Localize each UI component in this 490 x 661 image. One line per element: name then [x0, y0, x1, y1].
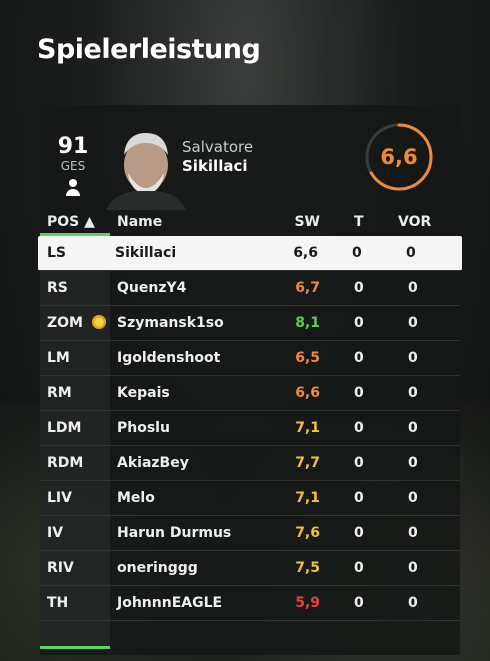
player-of-match-icon: [92, 315, 106, 329]
table-row[interactable]: RIV oneringgg 7,5 0 0: [40, 551, 460, 586]
row-rating: 8,1: [295, 315, 320, 331]
header-t[interactable]: T: [354, 214, 364, 230]
row-player-name: Phoslu: [117, 420, 170, 436]
row-goals: 0: [354, 490, 364, 506]
table-row[interactable]: ZOM Szymansk1so 8,1 0 0: [40, 306, 460, 341]
row-rating: 6,6: [293, 245, 318, 261]
row-player-name: oneringgg: [117, 560, 198, 576]
table-row[interactable]: TH JohnnnEAGLE 5,9 0 0: [40, 586, 460, 621]
match-rating-ring: 6,6: [364, 122, 434, 192]
row-position: RDM: [47, 455, 84, 471]
performance-panel: 91 GES Salvatore Sikillaci 6,6 POS ▲ Nam…: [38, 105, 462, 655]
row-goals: 0: [354, 385, 364, 401]
row-goals: 0: [354, 525, 364, 541]
row-rating: 6,5: [295, 350, 320, 366]
player-name: Salvatore Sikillaci: [182, 138, 253, 176]
row-position: LDM: [47, 420, 82, 436]
row-assists: 0: [408, 420, 418, 436]
row-assists: 0: [408, 385, 418, 401]
header-sw[interactable]: SW: [290, 214, 320, 230]
scroll-indicator: [40, 646, 110, 649]
row-goals: 0: [354, 315, 364, 331]
row-position: RM: [47, 385, 72, 401]
player-table-body: LS Sikillaci 6,6 0 0 RS QuenzY4 6,7 0 0 ZOM Szymans…: [38, 236, 462, 621]
rating-label: GES: [60, 159, 86, 173]
table-row[interactable]: RS QuenzY4 6,7 0 0: [40, 271, 460, 306]
row-goals: 0: [352, 245, 362, 261]
row-assists: 0: [408, 350, 418, 366]
table-row[interactable]: LM Igoldenshoot 6,5 0 0: [40, 341, 460, 376]
person-icon: [65, 179, 81, 197]
row-goals: 0: [354, 595, 364, 611]
row-goals: 0: [354, 280, 364, 296]
table-row[interactable]: RM Kepais 6,6 0 0: [40, 376, 460, 411]
header-name[interactable]: Name: [117, 214, 162, 230]
row-rating: 7,1: [295, 420, 320, 436]
row-assists: 0: [406, 245, 416, 261]
table-row[interactable]: LS Sikillaci 6,6 0 0: [38, 236, 462, 271]
header-vor[interactable]: VOR: [398, 214, 431, 230]
page-title: Spielerleistung: [37, 34, 261, 65]
row-player-name: Melo: [117, 490, 155, 506]
row-assists: 0: [408, 455, 418, 471]
row-assists: 0: [408, 525, 418, 541]
row-assists: 0: [408, 595, 418, 611]
row-rating: 7,5: [295, 560, 320, 576]
row-player-name: Igoldenshoot: [117, 350, 221, 366]
row-position: IV: [47, 525, 64, 541]
row-rating: 6,6: [295, 385, 320, 401]
table-row[interactable]: LDM Phoslu 7,1 0 0: [40, 411, 460, 446]
table-row[interactable]: RDM AkiazBey 7,7 0 0: [40, 446, 460, 481]
header-pos[interactable]: POS ▲: [47, 214, 95, 230]
row-position: RS: [47, 280, 68, 296]
row-player-name: Kepais: [117, 385, 170, 401]
row-player-name: Szymansk1so: [117, 315, 224, 331]
row-goals: 0: [354, 455, 364, 471]
row-player-name: Harun Durmus: [117, 525, 232, 541]
row-position: LS: [47, 245, 67, 261]
row-position: RIV: [47, 560, 74, 576]
player-first-name: Salvatore: [182, 138, 254, 156]
row-player-name: AkiazBey: [117, 455, 189, 471]
row-rating: 7,7: [295, 455, 320, 471]
row-goals: 0: [354, 420, 364, 436]
row-player-name: JohnnnEAGLE: [117, 595, 223, 611]
row-rating: 7,1: [295, 490, 320, 506]
row-rating: 7,6: [295, 525, 320, 541]
row-rating: 6,7: [295, 280, 320, 296]
table-row[interactable]: LIV Melo 7,1 0 0: [40, 481, 460, 516]
rating-value: 91: [57, 134, 89, 159]
row-assists: 0: [408, 490, 418, 506]
row-position: LM: [47, 350, 70, 366]
player-header-card: 91 GES Salvatore Sikillaci 6,6: [40, 105, 460, 210]
row-player-name: Sikillaci: [115, 245, 177, 261]
player-last-name: Sikillaci: [182, 157, 248, 175]
row-position: TH: [47, 595, 69, 611]
row-goals: 0: [354, 350, 364, 366]
match-rating-value: 6,6: [380, 145, 418, 169]
row-assists: 0: [408, 280, 418, 296]
row-assists: 0: [408, 315, 418, 331]
table-header: POS ▲ Name SW T VOR: [40, 208, 460, 236]
overall-rating: 91 GES: [54, 135, 92, 197]
table-row[interactable]: IV Harun Durmus 7,6 0 0: [40, 516, 460, 551]
player-portrait: [96, 125, 196, 210]
row-position: ZOM: [47, 315, 83, 331]
row-position: LIV: [47, 490, 72, 506]
row-player-name: QuenzY4: [117, 280, 187, 296]
row-rating: 5,9: [295, 595, 320, 611]
row-goals: 0: [354, 560, 364, 576]
row-assists: 0: [408, 560, 418, 576]
